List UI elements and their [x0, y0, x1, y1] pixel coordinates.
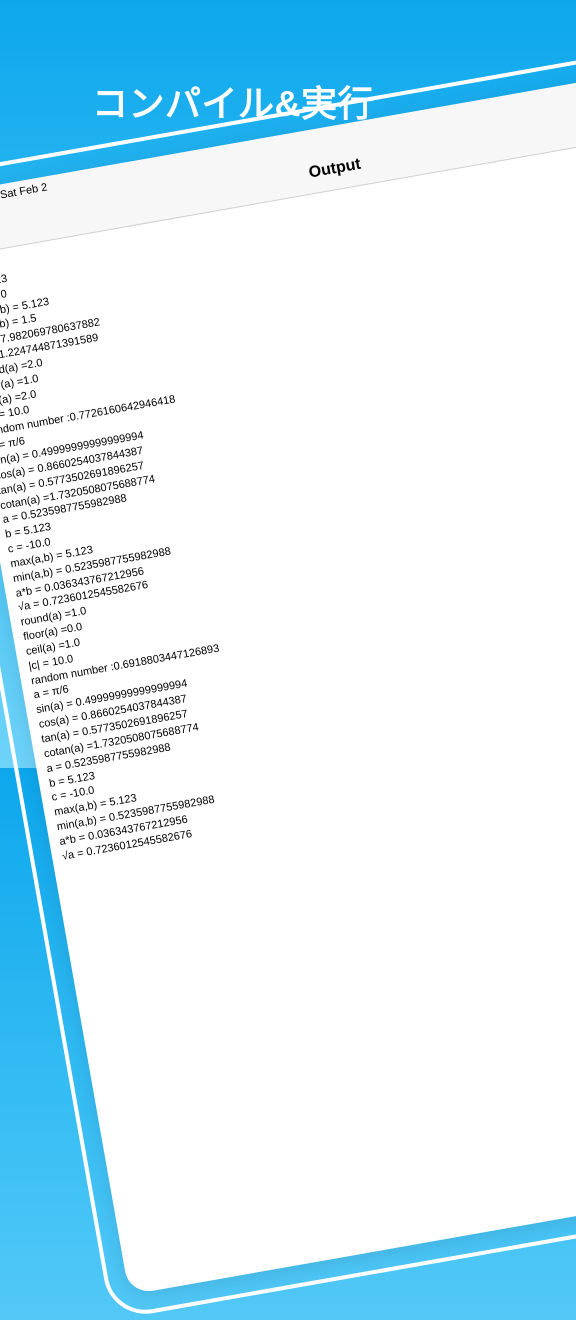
- screen: 11:51 AM Sat Feb 2 66% Output a = 1.5: [0, 58, 576, 1295]
- device-frame: 11:51 AM Sat Feb 2 66% Output a = 1.5: [0, 32, 576, 1320]
- device-mockup: 11:51 AM Sat Feb 2 66% Output a = 1.5: [0, 32, 576, 1320]
- output-area[interactable]: a = 1.5b = 5.123c = -10.0max(a,b) = 5.12…: [0, 121, 576, 1295]
